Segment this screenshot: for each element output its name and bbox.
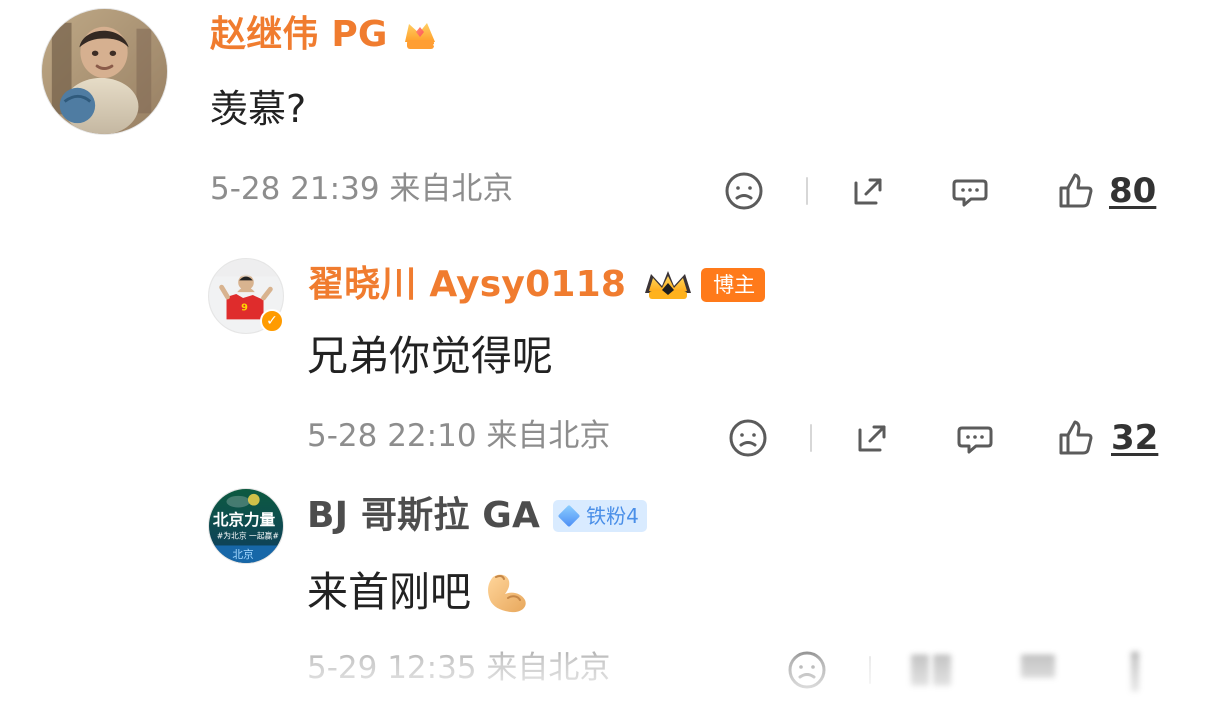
avatar[interactable]: 北京力量 #为北京 一起赢# 北京 [208,488,284,564]
reply-meta: 5-28 22:10 来自北京 [307,418,611,454]
share-icon [852,417,894,459]
beijing-power-avatar: 北京力量 #为北京 一起赢# 北京 [209,489,283,563]
like-icon [1055,170,1095,212]
svg-text:1: 1 [432,43,439,54]
reply-text: 兄弟你觉得呢 [307,332,553,380]
fan-badge-label: 铁粉4 [586,504,639,528]
sad-face-button[interactable] [723,170,765,212]
share-button[interactable] [852,417,894,459]
sad-face-button[interactable] [786,649,828,691]
like-count: 80 [1109,171,1157,211]
divider [869,656,871,684]
comment-text: 羡慕? [210,87,307,131]
comment-author[interactable]: 赵继伟 PG [210,17,388,53]
reply-text-body: 来首刚吧 [307,567,471,616]
reply-meta: 5-29 12:35 来自北京 [307,650,611,686]
svg-text:9: 9 [241,303,248,314]
status-badge: 铁粉4 [553,500,647,532]
reply-actions: 32 [727,416,1163,460]
share-icon [848,170,890,212]
crown-icon [639,264,697,306]
sad-face-icon [786,649,828,691]
reply-text: 来首刚吧 [307,566,533,618]
like-button[interactable]: 80 [1055,170,1156,212]
comment-meta: 5-28 21:39 来自北京 [210,171,514,207]
like-count: 32 [1111,418,1159,458]
verified-badge-icon: ✓ [260,309,284,333]
reply-author[interactable]: BJ 哥斯拉 GA [307,498,540,534]
avatar-subtext: #为北京 一起赢# [217,531,279,541]
comment-button[interactable] [949,170,991,212]
comment-actions: 80 [723,169,1163,213]
comment-button[interactable] [954,417,996,459]
like-button[interactable]: 32 [1055,417,1158,459]
sad-face-icon [727,417,769,459]
blurred-comment-icon [1021,655,1055,678]
comment-icon [949,170,991,212]
comment-icon [954,417,996,459]
avatar[interactable] [41,8,168,135]
crown-icon: 1 [399,14,441,56]
share-button[interactable] [848,170,890,212]
divider [806,177,808,205]
avatar-bottom-text: 北京 [232,548,254,561]
sad-face-button[interactable] [727,417,769,459]
blurred-like-icon [1131,652,1139,692]
reply-author[interactable]: 翟晓川 Aysy0118 [308,267,626,303]
child-photo-avatar [42,9,167,134]
blurred-share-icon [911,655,929,686]
divider [810,424,812,452]
sad-face-icon [723,170,765,212]
flexed-biceps-emoji [481,566,533,618]
status-badge: 博主 [701,268,766,302]
diamond-icon [557,504,581,528]
blurred-actions [893,652,1153,694]
avatar-text: 北京力量 [213,510,276,529]
like-icon [1055,417,1095,459]
blurred-share-icon [933,655,951,686]
